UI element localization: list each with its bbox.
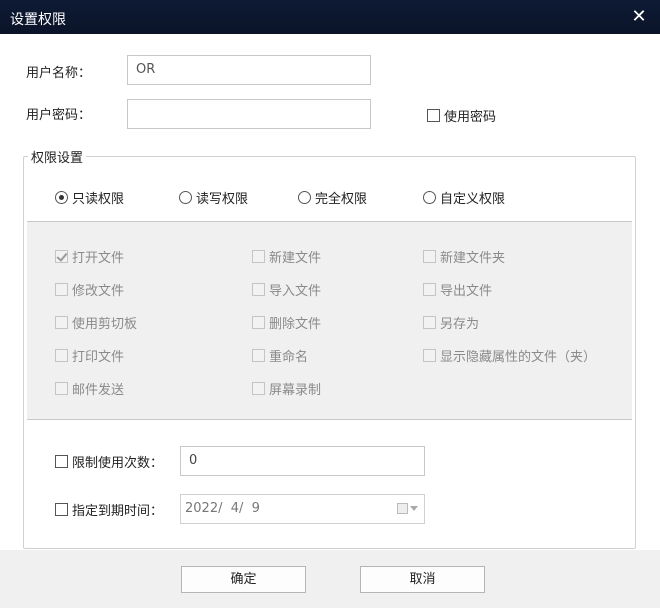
title-bar: 设置权限 ✕: [0, 0, 660, 34]
perm-screen-record: 屏幕录制: [252, 379, 321, 398]
perm-rename-label: 重命名: [269, 350, 309, 365]
perm-email-send-label: 邮件发送: [72, 383, 125, 398]
use-password-label: 使用密码: [444, 110, 497, 125]
usage-limit-label: 限制使用次数：: [72, 456, 164, 471]
radio-custom[interactable]: 自定义权限: [423, 188, 505, 207]
perm-screen-record-label: 屏幕录制: [269, 383, 322, 398]
window-title: 设置权限: [10, 12, 66, 28]
perm-delete-file: 删除文件: [252, 313, 321, 332]
perm-email-send: 邮件发送: [55, 379, 124, 398]
radio-full[interactable]: 完全权限: [298, 188, 367, 207]
password-label: 用户密码：: [26, 108, 92, 123]
chevron-down-icon[interactable]: [410, 506, 418, 511]
expiry-box[interactable]: [55, 503, 68, 516]
perm-save-as-label: 另存为: [440, 317, 480, 332]
perm-delete-file-label: 删除文件: [269, 317, 322, 332]
perm-show-hidden-label: 显示隐藏属性的文件（夹）: [440, 350, 597, 365]
perm-export-file: 导出文件: [423, 280, 492, 299]
perm-new-folder-box: [423, 250, 436, 263]
perm-rename: 重命名: [252, 346, 308, 365]
calendar-dropdown[interactable]: [397, 503, 418, 514]
perm-print-file-box: [55, 349, 68, 362]
perm-new-folder-label: 新建文件夹: [440, 251, 506, 266]
perm-save-as: 另存为: [423, 313, 479, 332]
perm-new-file-label: 新建文件: [269, 251, 322, 266]
radio-readwrite-label: 读写权限: [196, 192, 249, 207]
cancel-button[interactable]: 取消: [360, 566, 485, 593]
perm-modify-file: 修改文件: [55, 280, 124, 299]
perm-show-hidden: 显示隐藏属性的文件（夹）: [423, 346, 596, 365]
perm-email-send-box: [55, 382, 68, 395]
perm-import-file-box: [252, 283, 265, 296]
radio-custom-label: 自定义权限: [440, 192, 506, 207]
radio-readonly-dot[interactable]: [55, 191, 68, 204]
usage-limit-input[interactable]: 0: [180, 446, 425, 476]
radio-readwrite[interactable]: 读写权限: [179, 188, 248, 207]
dialog-footer: 确定 取消: [0, 550, 660, 608]
perm-clipboard-box: [55, 316, 68, 329]
use-password-checkbox[interactable]: 使用密码: [427, 106, 496, 125]
perm-open-file-label: 打开文件: [72, 251, 125, 266]
permissions-legend: 权限设置: [28, 147, 87, 166]
perm-modify-file-box: [55, 283, 68, 296]
radio-full-label: 完全权限: [315, 192, 368, 207]
divider-bottom: [27, 419, 632, 420]
perm-save-as-box: [423, 316, 436, 329]
expiry-date-picker[interactable]: 2022/ 4/ 9: [180, 494, 425, 524]
perm-show-hidden-box: [423, 349, 436, 362]
radio-readwrite-dot[interactable]: [179, 191, 192, 204]
dialog-body: 用户名称： OR 用户密码： 使用密码 权限设置 只读权限 读写权限 完全权限 …: [0, 34, 660, 550]
perm-screen-record-box: [252, 382, 265, 395]
perm-clipboard: 使用剪切板: [55, 313, 137, 332]
perm-import-file-label: 导入文件: [269, 284, 322, 299]
perm-import-file: 导入文件: [252, 280, 321, 299]
usage-limit-box[interactable]: [55, 455, 68, 468]
use-password-box[interactable]: [427, 109, 440, 122]
close-icon[interactable]: ✕: [628, 6, 650, 28]
expiry-date-value: 2022/ 4/ 9: [185, 501, 260, 516]
perm-export-file-label: 导出文件: [440, 284, 493, 299]
username-label: 用户名称：: [26, 66, 92, 81]
perm-open-file-box: [55, 250, 68, 263]
radio-readonly-label: 只读权限: [72, 192, 125, 207]
usage-limit-checkbox[interactable]: 限制使用次数：: [55, 452, 163, 471]
radio-readonly[interactable]: 只读权限: [55, 188, 124, 207]
perm-new-file-box: [252, 250, 265, 263]
calendar-icon[interactable]: [397, 503, 408, 514]
perm-rename-box: [252, 349, 265, 362]
expiry-label: 指定到期时间：: [72, 504, 164, 519]
perm-print-file: 打印文件: [55, 346, 124, 365]
perm-new-folder: 新建文件夹: [423, 247, 505, 266]
perm-clipboard-label: 使用剪切板: [72, 317, 138, 332]
radio-full-dot[interactable]: [298, 191, 311, 204]
password-input[interactable]: [127, 99, 371, 129]
perm-modify-file-label: 修改文件: [72, 284, 125, 299]
perm-print-file-label: 打印文件: [72, 350, 125, 365]
ok-button[interactable]: 确定: [181, 566, 306, 593]
expiry-checkbox[interactable]: 指定到期时间：: [55, 500, 163, 519]
perm-export-file-box: [423, 283, 436, 296]
radio-custom-dot[interactable]: [423, 191, 436, 204]
perm-open-file: 打开文件: [55, 247, 124, 266]
username-input[interactable]: OR: [127, 55, 371, 85]
perm-delete-file-box: [252, 316, 265, 329]
perm-new-file: 新建文件: [252, 247, 321, 266]
